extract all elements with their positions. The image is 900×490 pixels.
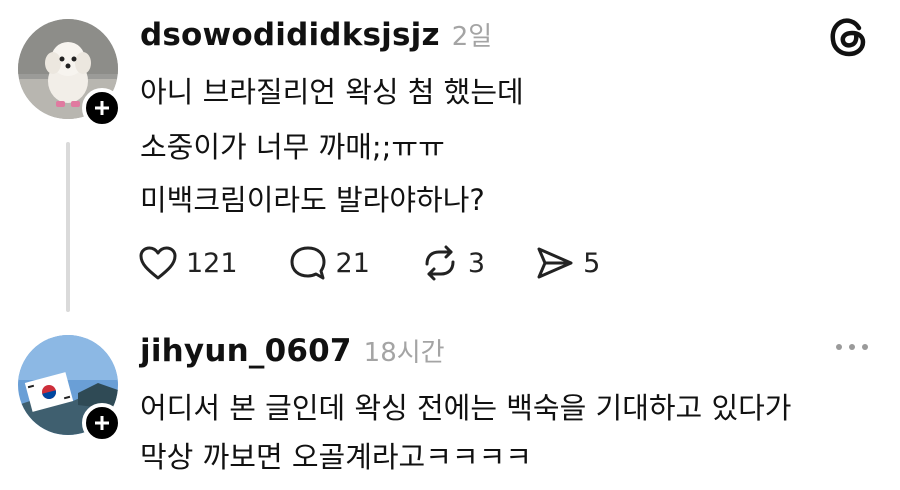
threads-logo-icon[interactable]	[826, 15, 870, 59]
reply-count: 21	[335, 247, 370, 279]
post-text-line: 막상 까보면 오골계라고ㅋㅋㅋㅋ	[140, 440, 532, 474]
like-count: 121	[186, 247, 238, 279]
post-time: 18시간	[363, 338, 445, 368]
post-text-line: 어디서 본 글인데 왁싱 전에는 백숙을 기대하고 있다가	[140, 391, 792, 425]
share-count: 5	[583, 247, 601, 279]
post-header: jihyun_0607 18시간	[140, 332, 445, 369]
comment-bubble-icon	[288, 244, 328, 282]
post-text-line: 미백크림이라도 발라야하나?	[140, 183, 485, 217]
post-time: 2일	[451, 22, 493, 52]
send-icon	[535, 245, 575, 281]
repost-count: 3	[467, 247, 486, 279]
post-header: dsowodididksjsjz 2일	[140, 16, 492, 53]
follow-plus-button[interactable]	[82, 88, 122, 128]
like-button[interactable]: 121	[138, 245, 238, 281]
repost-button[interactable]: 3	[420, 244, 485, 282]
heart-icon	[138, 245, 178, 281]
follow-plus-button[interactable]	[82, 403, 122, 443]
repost-icon	[420, 244, 460, 282]
post-text-line: 아니 브라질리언 왁싱 첨 했는데	[140, 75, 524, 109]
reply-button[interactable]: 21	[288, 244, 370, 282]
username[interactable]: jihyun_0607	[140, 333, 352, 369]
username[interactable]: dsowodididksjsjz	[140, 17, 440, 53]
more-options-icon[interactable]	[832, 336, 872, 358]
post-text-line: 소중이가 너무 까매;;ㅠㅠ	[140, 130, 445, 164]
thread-connector-line	[66, 142, 70, 312]
post-actions: 121 21 3 5	[138, 244, 650, 282]
share-button[interactable]: 5	[535, 245, 600, 281]
